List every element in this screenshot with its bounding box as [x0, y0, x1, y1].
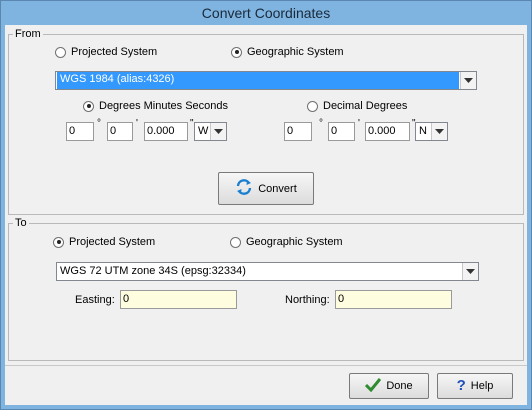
- chevron-down-icon[interactable]: [460, 72, 476, 89]
- lat-hemisphere-value: N: [419, 125, 427, 137]
- radio-button-selected-icon: [53, 236, 64, 248]
- radio-button-icon: [307, 100, 318, 112]
- checkmark-icon: [365, 377, 382, 395]
- from-coord-system-value: WGS 1984 (alias:4326): [57, 72, 459, 89]
- help-button-label: Help: [470, 380, 494, 392]
- dialog-window: Convert Coordinates From Projected Syste…: [0, 0, 532, 410]
- lat-seconds-input[interactable]: 0.000: [365, 122, 410, 141]
- northing-label: Northing:: [285, 294, 330, 306]
- refresh-icon: [235, 178, 253, 199]
- chevron-down-icon[interactable]: [431, 123, 447, 140]
- from-radio-geographic[interactable]: Geographic System: [231, 46, 344, 58]
- done-button[interactable]: Done: [349, 373, 429, 399]
- from-radio-projected-label: Projected System: [71, 46, 158, 58]
- to-coord-system-select[interactable]: WGS 72 UTM zone 34S (epsg:32334): [56, 262, 479, 281]
- minute-symbol: ': [358, 118, 360, 129]
- to-radio-projected-label: Projected System: [69, 236, 156, 248]
- northing-field[interactable]: 0: [335, 290, 452, 309]
- convert-button-label: Convert: [258, 182, 297, 195]
- chevron-down-icon[interactable]: [462, 263, 478, 280]
- from-group: From Projected System Geographic System …: [8, 28, 524, 215]
- to-group-label: To: [13, 217, 29, 229]
- lon-degrees-input[interactable]: 0: [66, 122, 94, 141]
- help-button[interactable]: ? Help: [437, 373, 513, 399]
- from-radio-dms[interactable]: Degrees Minutes Seconds: [83, 100, 228, 112]
- from-radio-decimal[interactable]: Decimal Degrees: [307, 100, 407, 112]
- dialog-client: From Projected System Geographic System …: [5, 25, 527, 405]
- to-group: To Projected System Geographic System WG…: [8, 217, 524, 361]
- done-button-label: Done: [386, 380, 413, 392]
- from-radio-decimal-label: Decimal Degrees: [323, 100, 408, 112]
- lon-minutes-input[interactable]: 0: [107, 122, 133, 141]
- lon-hemisphere-select[interactable]: W: [194, 122, 227, 141]
- lat-hemisphere-select[interactable]: N: [415, 122, 448, 141]
- degree-symbol: °: [319, 118, 323, 129]
- easting-field[interactable]: 0: [120, 290, 237, 309]
- footer-divider: [5, 365, 527, 366]
- lon-seconds-input[interactable]: 0.000: [144, 122, 188, 141]
- easting-label: Easting:: [75, 294, 115, 306]
- to-coord-system-value: WGS 72 UTM zone 34S (epsg:32334): [60, 265, 246, 277]
- lon-hemisphere-value: W: [198, 125, 209, 137]
- from-coord-system-select[interactable]: WGS 1984 (alias:4326): [55, 71, 477, 90]
- window-title: Convert Coordinates: [201, 5, 331, 21]
- radio-button-selected-icon: [231, 46, 242, 58]
- degree-symbol: °: [97, 118, 101, 129]
- lat-minutes-input[interactable]: 0: [328, 122, 355, 141]
- question-icon: ?: [456, 377, 466, 394]
- chevron-down-icon[interactable]: [210, 123, 226, 140]
- radio-button-selected-icon: [83, 100, 94, 112]
- convert-button[interactable]: Convert: [218, 172, 314, 205]
- radio-button-icon: [55, 46, 66, 58]
- radio-button-icon: [230, 236, 241, 248]
- lat-degrees-input[interactable]: 0: [284, 122, 312, 141]
- to-radio-projected[interactable]: Projected System: [53, 236, 155, 248]
- minute-symbol: ': [136, 118, 138, 129]
- from-radio-dms-label: Degrees Minutes Seconds: [99, 100, 229, 112]
- from-radio-projected[interactable]: Projected System: [55, 46, 157, 58]
- from-radio-geographic-label: Geographic System: [247, 46, 344, 58]
- to-radio-geographic-label: Geographic System: [246, 236, 343, 248]
- from-group-label: From: [13, 28, 43, 40]
- to-radio-geographic[interactable]: Geographic System: [230, 236, 343, 248]
